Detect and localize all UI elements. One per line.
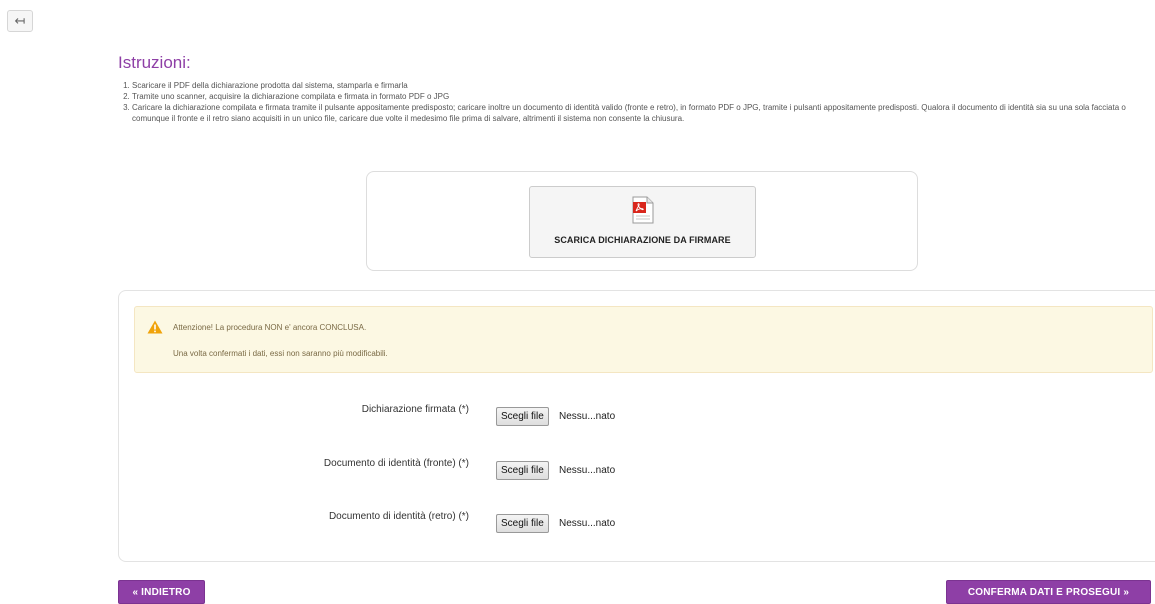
upload-form-panel: Attenzione! La procedura NON e' ancora C… bbox=[118, 290, 1155, 562]
back-arrow-button[interactable]: ↤ bbox=[7, 10, 33, 32]
field-id-front: Documento di identità (fronte) (*) Scegl… bbox=[119, 458, 1155, 482]
field-label: Dichiarazione firmata (*) bbox=[361, 404, 469, 415]
instruction-item: Caricare la dichiarazione compilata e fi… bbox=[132, 102, 1152, 124]
field-id-back: Documento di identità (retro) (*) Scegli… bbox=[119, 511, 1155, 535]
instruction-item: Scaricare il PDF della dichiarazione pro… bbox=[132, 80, 1152, 91]
page: ↤ Istruzioni: Scaricare il PDF della dic… bbox=[0, 0, 1155, 604]
alert-message-secondary: Una volta confermati i dati, essi non sa… bbox=[173, 349, 388, 358]
file-name-text: Nessu...nato bbox=[559, 411, 616, 422]
field-label: Documento di identità (fronte) (*) bbox=[323, 458, 469, 469]
choose-file-button-id-front[interactable]: Scegli file bbox=[496, 461, 549, 480]
confirm-continue-button[interactable]: CONFERMA DATI E PROSEGUI » bbox=[946, 580, 1151, 604]
warning-icon bbox=[147, 320, 163, 334]
file-name-text: Nessu...nato bbox=[559, 518, 616, 529]
instructions-title: Istruzioni: bbox=[118, 53, 191, 72]
field-label: Documento di identità (retro) (*) bbox=[328, 511, 469, 522]
alert-message-primary: Attenzione! La procedura NON e' ancora C… bbox=[173, 323, 367, 332]
instructions-list: Scaricare il PDF della dichiarazione pro… bbox=[118, 80, 1152, 124]
download-declaration-button[interactable]: SCARICA DICHIARAZIONE DA FIRMARE bbox=[529, 186, 756, 258]
choose-file-button-id-back[interactable]: Scegli file bbox=[496, 514, 549, 533]
instruction-item: Tramite uno scanner, acquisire la dichia… bbox=[132, 91, 1152, 102]
warning-alert: Attenzione! La procedura NON e' ancora C… bbox=[134, 306, 1153, 373]
pdf-icon bbox=[632, 196, 653, 224]
choose-file-button-declaration[interactable]: Scegli file bbox=[496, 407, 549, 426]
download-panel: SCARICA DICHIARAZIONE DA FIRMARE bbox=[366, 171, 918, 271]
field-signed-declaration: Dichiarazione firmata (*) Scegli file Ne… bbox=[119, 404, 1155, 428]
file-name-text: Nessu...nato bbox=[559, 465, 616, 476]
back-button[interactable]: « INDIETRO bbox=[118, 580, 205, 604]
download-button-label: SCARICA DICHIARAZIONE DA FIRMARE bbox=[554, 235, 731, 245]
back-arrow-icon: ↤ bbox=[14, 13, 26, 28]
